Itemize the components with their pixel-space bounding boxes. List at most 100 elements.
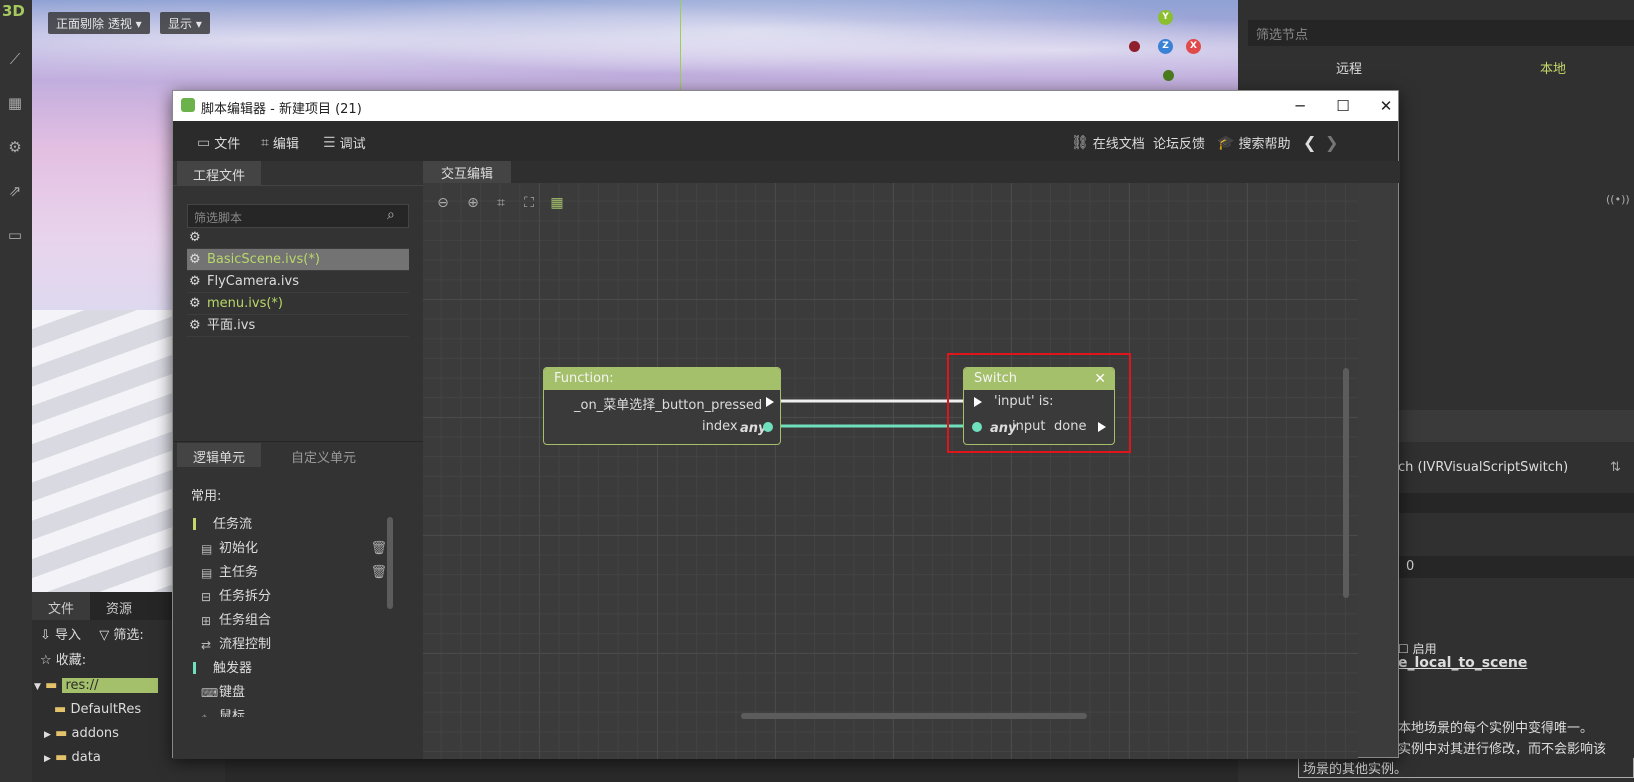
store-icon[interactable]: ▦ — [5, 94, 25, 114]
script-filter-input[interactable]: 筛选脚本 — [187, 204, 409, 228]
mouse-icon: ⌖ — [201, 710, 208, 717]
expand-right-icon[interactable]: ▶ — [44, 730, 51, 740]
visual-script-graph[interactable]: ⊖ ⊕ ⌗ ⛶ ▦ Function: _on_菜单选择_button_pres… — [423, 183, 1358, 759]
split-icon: ⊟ — [201, 590, 212, 604]
tree-root-label[interactable]: res:// — [61, 678, 159, 693]
menu-bar: ▭ 文件 ⌗ 编辑 ☰ 调试 ⛓ 在线文档 论坛反馈 🎓 搜索帮助 ❮ ❯ — [173, 121, 1398, 161]
function-node[interactable]: Function: _on_菜单选择_button_pressed index … — [543, 367, 781, 445]
desc-line-2: 实例中对其进行修改，而不会影响该 — [1398, 742, 1607, 757]
remote-tab[interactable]: 远程 — [1336, 58, 1362, 77]
tab-logic-units[interactable]: 逻辑单元 — [177, 443, 262, 467]
file-item[interactable]: ⚙ FlyCamera.ivs — [187, 271, 409, 293]
node-filter-input[interactable]: 筛选节点 — [1248, 20, 1634, 46]
gizmo-y-axis[interactable]: Y — [1158, 10, 1173, 25]
unit-item[interactable]: ⊟ 任务拆分 — [193, 585, 393, 609]
3d-label: 3D — [2, 2, 25, 20]
inspector-header-bar — [1398, 410, 1634, 442]
forum-link[interactable]: 论坛反馈 — [1153, 133, 1205, 152]
tab-custom-units[interactable]: 自定义单元 — [275, 443, 372, 467]
crop-icon: ⌗ — [261, 134, 269, 151]
online-docs-link[interactable]: ⛓ 在线文档 — [1071, 133, 1145, 153]
script-editor-window: 脚本编辑器 - 新建项目 (21) ─ ☐ ✕ ▭ 文件 ⌗ 编辑 ☰ 调试 ⛓ 在线文… — [172, 90, 1400, 759]
exec-output-port[interactable] — [766, 397, 774, 407]
expand-right-icon[interactable]: ▶ — [44, 754, 51, 764]
back-arrow[interactable]: ❮ — [1303, 133, 1316, 152]
file-item[interactable]: ⚙ — [187, 227, 409, 249]
search-icon[interactable]: ⌕ — [387, 207, 395, 223]
path-tool-icon[interactable]: ⟋ — [5, 50, 25, 70]
unit-item[interactable]: ⌖ 鼠标 — [193, 705, 393, 717]
tab-interaction-editor[interactable]: 交互编辑 — [423, 161, 512, 183]
axis-line — [680, 0, 681, 92]
maximize-button[interactable]: ☐ — [1328, 95, 1358, 117]
expand-down-icon[interactable]: ▼ — [34, 682, 41, 692]
property-name: e_local_to_scene — [1398, 655, 1528, 671]
menu-file[interactable]: ▭ 文件 — [197, 133, 240, 153]
tab-project-files[interactable]: 工程文件 — [177, 161, 262, 185]
category-task-flow[interactable]: 任务流 — [187, 513, 387, 537]
sliders-icon: ☰ — [323, 134, 336, 151]
display-dropdown[interactable]: 显示 ▾ — [160, 12, 210, 34]
tune-icon[interactable]: ⇅ — [1610, 460, 1621, 475]
category-triggers[interactable]: 触发器 — [187, 657, 387, 681]
category-color-bar — [193, 518, 196, 530]
function-output-data-label: index — [702, 419, 738, 434]
graph-horizontal-scrollbar[interactable] — [741, 713, 1087, 719]
favorites-label: 收藏: — [55, 653, 87, 668]
folder-icon: ▬ — [55, 726, 68, 741]
import-button[interactable]: 导入 — [55, 628, 81, 643]
gizmo-neg-x[interactable] — [1129, 41, 1140, 52]
enable-label: 启用 — [1412, 642, 1437, 656]
script-gear-icon: ⚙ — [189, 318, 201, 333]
gizmo-neg-y[interactable] — [1163, 70, 1174, 81]
units-scrollbar[interactable] — [387, 517, 393, 609]
close-button[interactable]: ✕ — [1371, 95, 1401, 117]
folder-label[interactable]: addons — [72, 726, 119, 741]
gizmo-x-axis[interactable]: X — [1186, 39, 1201, 54]
menu-edit[interactable]: ⌗ 编辑 — [261, 133, 299, 153]
filter-label[interactable]: 筛选: — [113, 628, 143, 643]
trash-icon[interactable]: 🗑 — [370, 537, 387, 561]
link-icon: ⛓ — [1071, 134, 1089, 151]
graph-tabbar: 交互编辑 — [423, 161, 1400, 183]
graph-vertical-scrollbar[interactable] — [1343, 368, 1349, 598]
unit-item[interactable]: ▤ 初始化 🗑 — [193, 537, 393, 561]
unit-item[interactable]: ⌨ 键盘 — [193, 681, 393, 705]
gizmo-z-axis[interactable]: Z — [1158, 39, 1173, 54]
folder-icon: ▬ — [54, 702, 67, 717]
file-item[interactable]: ⚙ BasicScene.ivs(*) — [187, 249, 409, 271]
view-mode-dropdown[interactable]: 正面剔除 透视 ▾ — [48, 12, 150, 34]
unit-item[interactable]: ⇄ 流程控制 — [193, 633, 393, 657]
unit-item[interactable]: ⊞ 任务组合 — [193, 609, 393, 633]
desc-line-3: 场景的其他实例。 — [1298, 758, 1634, 778]
file-item[interactable]: ⚙ menu.ivs(*) — [187, 293, 409, 315]
menu-debug[interactable]: ☰ 调试 — [323, 133, 366, 153]
local-tab[interactable]: 本地 — [1540, 58, 1566, 77]
clipboard-icon: ▤ — [201, 566, 213, 580]
export-icon[interactable]: ⇗ — [5, 182, 25, 202]
data-output-port[interactable] — [763, 422, 773, 432]
import-icon[interactable]: ⇩ — [40, 628, 51, 643]
function-output-exec-label: _on_菜单选择_button_pressed — [574, 398, 763, 413]
inspector-field[interactable] — [1398, 493, 1634, 513]
settings-tool-icon[interactable]: ⚙ — [5, 138, 25, 158]
common-label: 常用: — [191, 489, 222, 504]
tab-files[interactable]: 文件 — [32, 592, 91, 620]
trash-icon[interactable]: 🗑 — [370, 561, 387, 585]
function-node-title: Function: — [544, 368, 780, 390]
unit-item[interactable]: ▤ 主任务 🗑 — [193, 561, 393, 585]
folder-label[interactable]: data — [72, 750, 101, 765]
tab-resources[interactable]: 资源 — [90, 592, 148, 620]
forward-arrow[interactable]: ❯ — [1325, 133, 1338, 152]
minimize-button[interactable]: ─ — [1285, 95, 1315, 117]
search-help-link[interactable]: 🎓 搜索帮助 — [1217, 133, 1290, 153]
folder-label[interactable]: DefaultRes — [70, 702, 141, 717]
filter-icon[interactable]: ▽ — [99, 628, 109, 643]
signal-icon[interactable]: ((•)) — [1606, 193, 1630, 206]
file-item[interactable]: ⚙ 平面.ivs — [187, 315, 409, 337]
window-titlebar[interactable]: 脚本编辑器 - 新建项目 (21) ─ ☐ ✕ — [173, 91, 1398, 121]
script-gear-icon: ⚙ — [189, 252, 201, 267]
value-field[interactable]: 0 — [1398, 556, 1634, 578]
connections-layer — [767, 399, 963, 428]
device-icon[interactable]: ▭ — [5, 226, 25, 246]
